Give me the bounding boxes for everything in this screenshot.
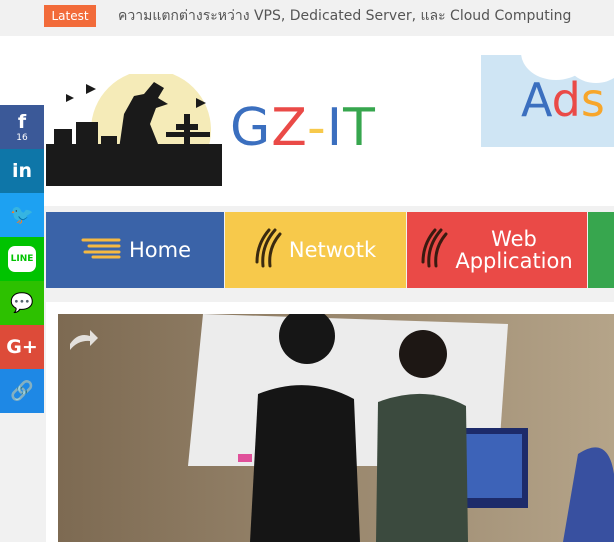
nav-web-line1: Web [491,227,537,251]
nav-home-label: Home [128,238,191,262]
facebook-icon: f [17,110,27,133]
nav-home[interactable]: Home [46,212,224,288]
speed-lines-icon [79,237,123,263]
nav-network[interactable]: Netwotk [225,212,406,288]
wechat-share-button[interactable]: 💬 [0,281,44,325]
latest-headline-link[interactable]: ความแตกต่างระหว่าง VPS, Dedicated Server… [118,6,571,26]
ad-banner[interactable]: Ads [481,55,614,147]
logo-letter: T [343,98,376,158]
nav-next-item[interactable] [588,212,614,288]
main-nav: Home Netwotk Web Application [46,212,614,288]
twitter-icon: 🐦 [10,204,34,226]
facebook-share-button[interactable]: f 16 [0,105,44,149]
nav-web-application[interactable]: Web Application [407,212,587,288]
latest-badge: Latest [44,5,96,27]
site-logo-text[interactable]: GZ-IT [230,98,376,158]
nav-web-label: Web Application [455,228,572,272]
post-featured-image[interactable] [58,314,614,542]
google-plus-icon: G+ [6,336,38,358]
link-share-button[interactable]: 🔗 [0,369,44,413]
twitter-share-button[interactable]: 🐦 [0,193,44,237]
linkedin-icon: in [11,160,33,182]
social-share-bar: f 16 in 🐦 LINE 💬 G+ 🔗 [0,105,44,413]
wechat-icon: 💬 [10,292,34,314]
ad-letter: s [580,73,605,127]
share-count: 16 [16,132,28,143]
ad-letter: d [551,73,581,127]
line-share-button[interactable]: LINE [0,237,44,281]
linkedin-share-button[interactable]: in [0,149,44,193]
claw-marks-icon [421,228,449,272]
nav-network-label: Netwotk [288,238,377,262]
claw-marks-icon [255,228,283,272]
line-icon: LINE [7,246,37,272]
ad-text: Ads [521,75,605,125]
logo-letter: Z [271,98,308,158]
ad-letter: A [521,73,552,127]
top-bar: Latest ความแตกต่างระหว่าง VPS, Dedicated… [0,0,614,36]
logo-letter: - [307,98,327,158]
godzilla-logo-icon[interactable] [46,70,222,190]
google-plus-share-button[interactable]: G+ [0,325,44,369]
logo-letter: G [230,98,272,158]
link-icon: 🔗 [10,380,34,402]
logo-letter: I [326,98,344,158]
nav-web-line2: Application [455,249,573,273]
